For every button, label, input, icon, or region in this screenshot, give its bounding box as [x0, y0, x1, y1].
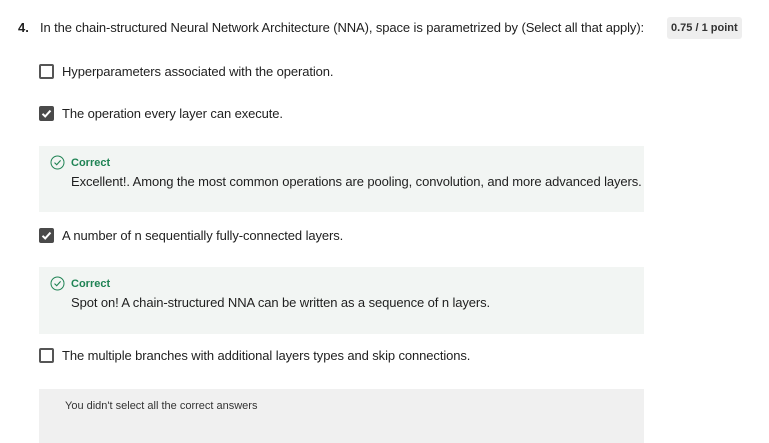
- checkbox-checked[interactable]: [39, 106, 54, 121]
- option-operation[interactable]: The operation every layer can execute.: [39, 106, 283, 121]
- question-text: In the chain-structured Neural Network A…: [40, 20, 645, 35]
- checkbox-unchecked[interactable]: [39, 64, 54, 79]
- feedback-status: Correct: [71, 277, 111, 290]
- option-label: The operation every layer can execute.: [62, 106, 283, 121]
- score-badge: 0.75 / 1 point: [667, 17, 742, 39]
- checkmark-icon: [41, 109, 52, 118]
- option-hyperparameters[interactable]: Hyperparameters associated with the oper…: [39, 64, 334, 79]
- checkbox-unchecked[interactable]: [39, 348, 54, 363]
- checkmark-icon: [41, 231, 52, 240]
- result-summary: You didn't select all the correct answer…: [39, 389, 644, 443]
- option-fully-connected-layers[interactable]: A number of n sequentially fully-connect…: [39, 228, 343, 243]
- feedback-message: Excellent!. Among the most common operat…: [71, 174, 642, 189]
- option-multiple-branches[interactable]: The multiple branches with additional la…: [39, 348, 470, 363]
- feedback-status: Correct: [71, 156, 111, 169]
- checkbox-checked[interactable]: [39, 228, 54, 243]
- feedback-panel: Correct Excellent!. Among the most commo…: [39, 146, 644, 212]
- feedback-message: Spot on! A chain-structured NNA can be w…: [71, 295, 491, 310]
- option-label: Hyperparameters associated with the oper…: [62, 64, 334, 79]
- summary-text: You didn't select all the correct answer…: [65, 400, 258, 412]
- question-number: 4.: [18, 20, 29, 35]
- feedback-panel: Correct Spot on! A chain-structured NNA …: [39, 267, 644, 334]
- check-circle-icon: [50, 155, 65, 170]
- option-label: The multiple branches with additional la…: [62, 348, 471, 363]
- check-circle-icon: [50, 276, 65, 291]
- option-label: A number of n sequentially fully-connect…: [62, 228, 344, 243]
